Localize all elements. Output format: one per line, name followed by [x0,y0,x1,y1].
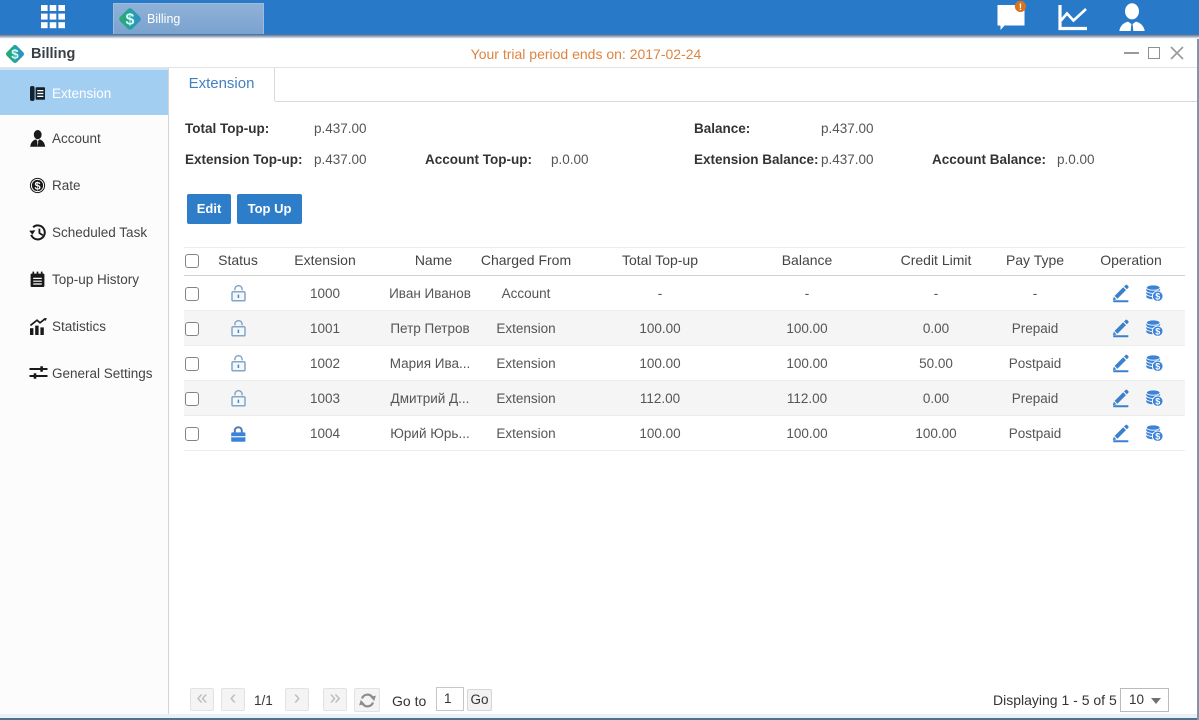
svg-text:!: ! [1019,2,1022,13]
svg-text:$: $ [34,180,40,192]
svg-text:$: $ [11,47,19,62]
svg-text:$: $ [126,12,135,29]
